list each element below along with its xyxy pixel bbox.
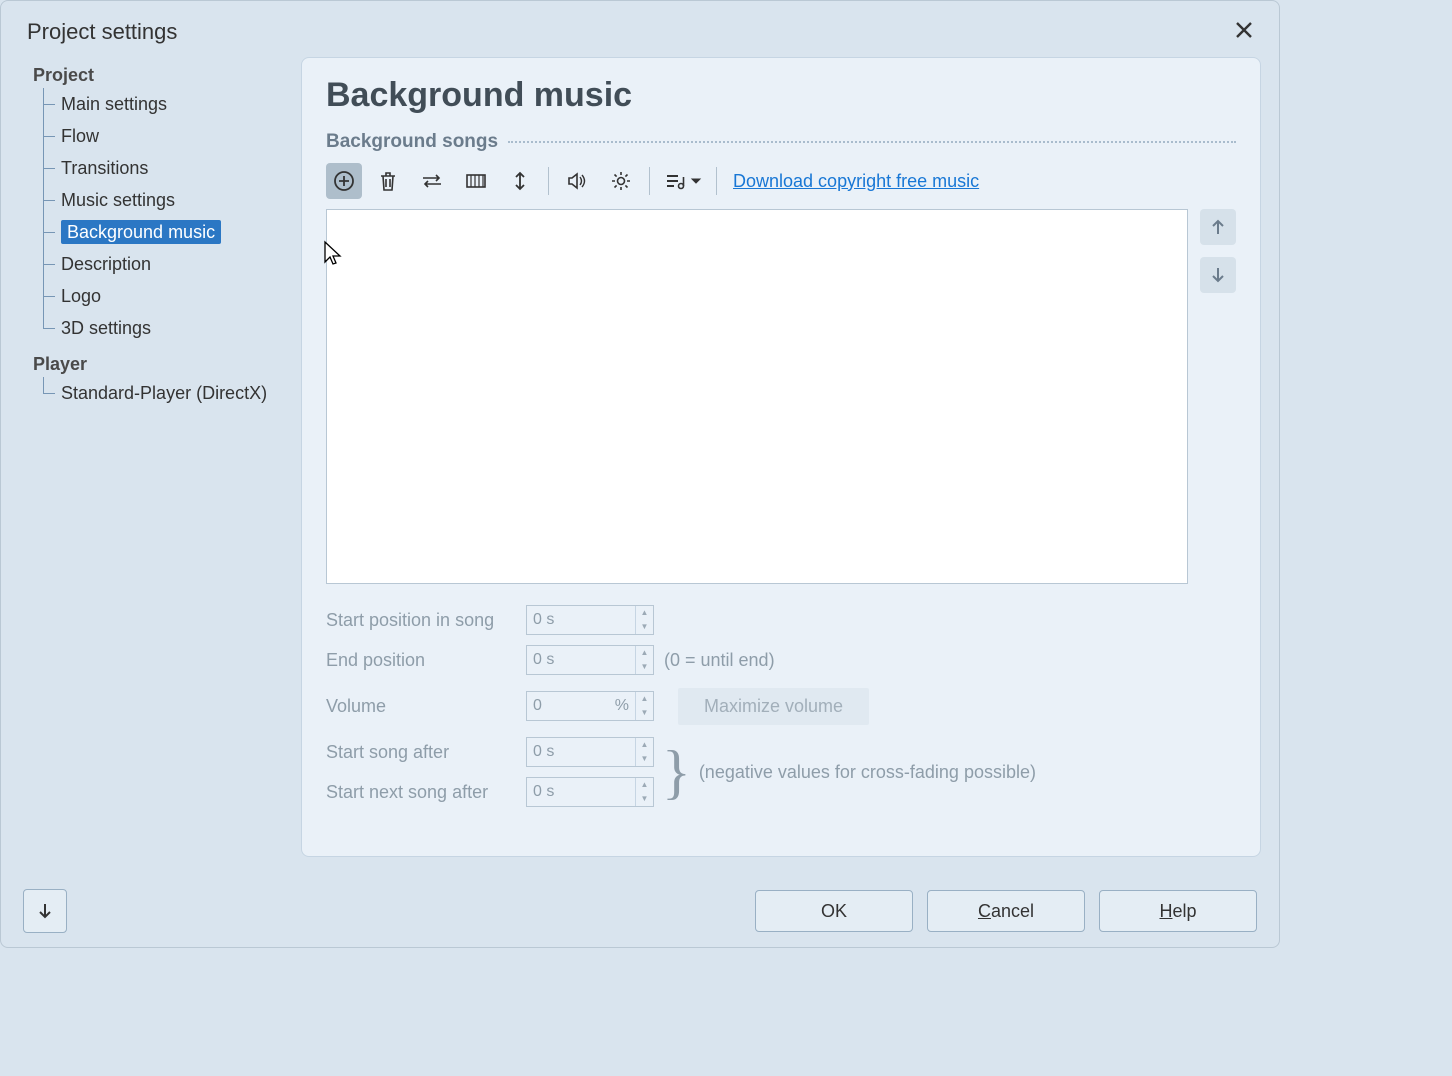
sidebar-item-background-music[interactable]: Background music <box>43 216 293 248</box>
footer-collapse-button[interactable] <box>23 889 67 933</box>
sidebar-item-flow[interactable]: Flow <box>43 120 293 152</box>
brace-icon: } <box>662 742 691 802</box>
ok-button[interactable]: OK <box>755 890 913 932</box>
stepper-down[interactable]: ▼ <box>636 792 653 806</box>
sidebar-item-description[interactable]: Description <box>43 248 293 280</box>
sidebar-item-label: Main settings <box>61 94 167 114</box>
stepper-up[interactable]: ▲ <box>636 692 653 706</box>
playlist-icon <box>664 170 686 192</box>
start-after-input[interactable]: ▲▼ <box>526 737 654 767</box>
sidebar: Project Main settings Flow Transitions M… <box>31 57 301 857</box>
sidebar-item-label: Logo <box>61 286 101 306</box>
keyboard-icon <box>464 170 488 192</box>
start-after-label: Start song after <box>326 742 516 763</box>
section-divider <box>508 141 1236 143</box>
crossfade-hint: (negative values for cross-fading possib… <box>699 762 1036 783</box>
trash-icon <box>377 170 399 192</box>
toolbar-separator <box>649 167 650 195</box>
volume-label: Volume <box>326 696 516 717</box>
start-next-input[interactable]: ▲▼ <box>526 777 654 807</box>
song-list[interactable] <box>326 209 1188 584</box>
add-song-button[interactable] <box>326 163 362 199</box>
volume-button[interactable] <box>559 163 595 199</box>
settings-button[interactable] <box>603 163 639 199</box>
arrow-down-icon <box>1208 265 1228 285</box>
page-title: Background music <box>326 76 1236 115</box>
add-icon <box>333 170 355 192</box>
arrow-down-icon <box>35 901 55 921</box>
start-after-field[interactable] <box>527 743 635 761</box>
dialog-title: Project settings <box>27 19 177 45</box>
vertical-move-button[interactable] <box>502 163 538 199</box>
stepper-down[interactable]: ▼ <box>636 660 653 674</box>
stepper-up[interactable]: ▲ <box>636 738 653 752</box>
sidebar-item-label: Music settings <box>61 190 175 210</box>
start-position-field[interactable] <box>527 611 635 629</box>
end-position-field[interactable] <box>527 651 635 669</box>
tree-group-project: Project <box>33 65 293 86</box>
end-position-hint: (0 = until end) <box>664 650 775 671</box>
maximize-volume-button[interactable]: Maximize volume <box>678 688 869 725</box>
speaker-icon <box>566 170 588 192</box>
sidebar-item-label: 3D settings <box>61 318 151 338</box>
section-label: Background songs <box>326 131 498 153</box>
help-button[interactable]: Help <box>1099 890 1257 932</box>
chevron-down-icon <box>690 175 702 187</box>
start-next-label: Start next song after <box>326 782 516 803</box>
move-up-button[interactable] <box>1200 209 1236 245</box>
delete-song-button[interactable] <box>370 163 406 199</box>
end-position-input[interactable]: ▲▼ <box>526 645 654 675</box>
sidebar-item-3d-settings[interactable]: 3D settings <box>43 312 293 344</box>
start-next-field[interactable] <box>527 783 635 801</box>
volume-field[interactable] <box>527 697 615 715</box>
close-button[interactable] <box>1227 15 1261 49</box>
swap-button[interactable] <box>414 163 450 199</box>
stepper-up[interactable]: ▲ <box>636 646 653 660</box>
stepper-down[interactable]: ▼ <box>636 752 653 766</box>
sidebar-item-main-settings[interactable]: Main settings <box>43 88 293 120</box>
start-position-input[interactable]: ▲▼ <box>526 605 654 635</box>
swap-icon <box>420 170 444 192</box>
stepper-up[interactable]: ▲ <box>636 778 653 792</box>
sidebar-item-label: Transitions <box>61 158 148 178</box>
sidebar-item-label: Background music <box>61 220 221 244</box>
sidebar-item-logo[interactable]: Logo <box>43 280 293 312</box>
toolbar-separator <box>548 167 549 195</box>
volume-input[interactable]: % ▲▼ <box>526 691 654 721</box>
playlist-button[interactable] <box>660 163 706 199</box>
sidebar-item-label: Description <box>61 254 151 274</box>
cancel-button[interactable]: Cancel <box>927 890 1085 932</box>
sidebar-item-label: Standard-Player (DirectX) <box>61 383 267 403</box>
vertical-arrows-icon <box>510 170 530 192</box>
sidebar-item-transitions[interactable]: Transitions <box>43 152 293 184</box>
arrow-up-icon <box>1208 217 1228 237</box>
end-position-label: End position <box>326 650 516 671</box>
download-music-link[interactable]: Download copyright free music <box>733 171 979 192</box>
sidebar-item-label: Flow <box>61 126 99 146</box>
main-panel: Background music Background songs <box>301 57 1261 857</box>
gear-icon <box>610 170 632 192</box>
stepper-up[interactable]: ▲ <box>636 606 653 620</box>
toolbar: Download copyright free music <box>326 163 1236 199</box>
sidebar-item-music-settings[interactable]: Music settings <box>43 184 293 216</box>
keyboard-button[interactable] <box>458 163 494 199</box>
tree-group-player: Player <box>33 354 293 375</box>
stepper-down[interactable]: ▼ <box>636 620 653 634</box>
toolbar-separator <box>716 167 717 195</box>
volume-unit: % <box>615 697 635 715</box>
sidebar-item-standard-player[interactable]: Standard-Player (DirectX) <box>43 377 293 409</box>
move-down-button[interactable] <box>1200 257 1236 293</box>
close-icon <box>1235 21 1253 39</box>
start-position-label: Start position in song <box>326 610 516 631</box>
stepper-down[interactable]: ▼ <box>636 706 653 720</box>
